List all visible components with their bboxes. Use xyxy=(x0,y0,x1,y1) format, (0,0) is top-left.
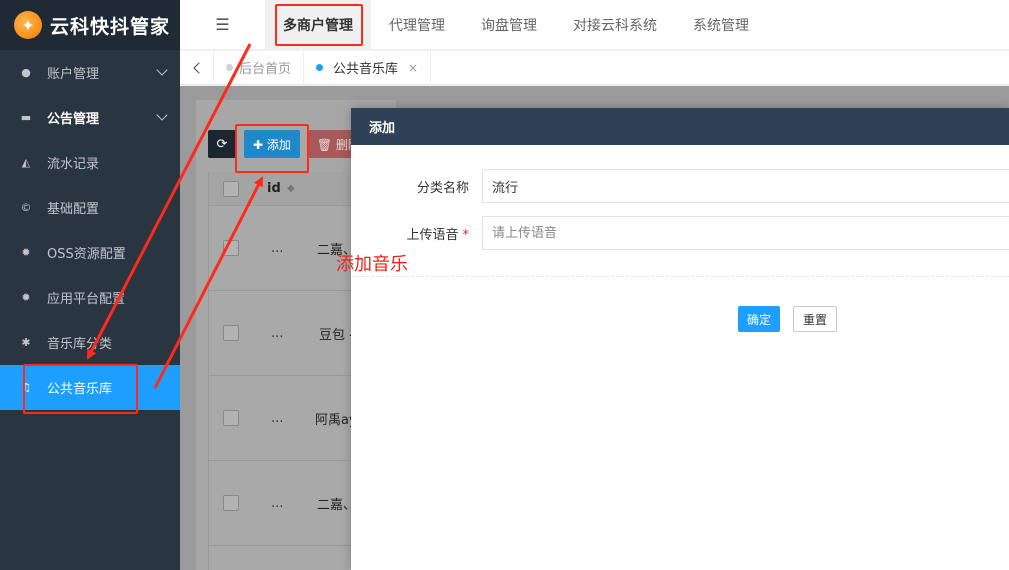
close-icon[interactable]: × xyxy=(408,61,418,75)
brand-logo[interactable]: ✦ 云科快抖管家 xyxy=(0,0,180,50)
row-id: ... xyxy=(271,495,284,511)
column-header-id[interactable]: id xyxy=(267,181,281,196)
row-checkbox[interactable] xyxy=(223,240,239,256)
sidebar-item-label: 基础配置 xyxy=(47,202,100,217)
reset-button[interactable]: 重置 xyxy=(793,306,837,332)
logo-icon: ✦ xyxy=(14,11,42,39)
top-bar: ☰ 多商户管理 代理管理 询盘管理 对接云科系统 系统管理 xyxy=(180,0,1009,50)
area-chart-icon: ◭ xyxy=(21,156,31,169)
category-input[interactable] xyxy=(482,169,1009,203)
top-nav: 多商户管理 代理管理 询盘管理 对接云科系统 系统管理 xyxy=(265,0,767,50)
nav-yunke-system[interactable]: 对接云科系统 xyxy=(555,0,675,50)
sidebar-item-music-category[interactable]: ✱ 音乐库分类 xyxy=(0,320,180,365)
tab-bar: 后台首页 公共音乐库 × xyxy=(180,50,1009,85)
sidebar-item-platform-config[interactable]: ✹ 应用平台配置 xyxy=(0,275,180,320)
sidebar-item-label: 流水记录 xyxy=(47,157,100,172)
music-icon: ♫ xyxy=(21,381,31,394)
chevron-left-icon xyxy=(192,61,205,74)
sidebar-item-label: 公共音乐库 xyxy=(47,382,113,397)
copyright-icon: © xyxy=(20,201,32,214)
add-dialog: 添加 分类名称 上传语音* 确定 重置 xyxy=(351,108,1009,570)
category-label: 分类名称 xyxy=(416,180,469,196)
upload-voice-input[interactable] xyxy=(482,216,1009,250)
gear-icon: ✹ xyxy=(21,246,31,259)
sort-icon[interactable]: ◆ xyxy=(287,183,295,194)
table-toolbar: ⟳ ✚ 添加 🗑 删除 xyxy=(208,130,369,158)
upload-label: 上传语音 * xyxy=(351,224,469,243)
sidebar-item-announcements[interactable]: ▬ 公告管理 xyxy=(0,95,180,140)
card-icon: ▬ xyxy=(20,111,32,124)
tab-public-music[interactable]: 公共音乐库 × xyxy=(304,50,432,85)
row-checkbox[interactable] xyxy=(223,325,239,341)
sidebar-item-transactions[interactable]: ◭ 流水记录 xyxy=(0,140,180,185)
sidebar-item-accounts[interactable]: ● 账户管理 xyxy=(0,50,180,95)
add-button[interactable]: ✚ 添加 xyxy=(244,130,300,158)
chevron-down-icon xyxy=(156,64,168,76)
sidebar-item-label: 应用平台配置 xyxy=(47,292,126,307)
tab-label: 公共音乐库 xyxy=(333,62,399,77)
select-all-checkbox[interactable] xyxy=(223,180,239,197)
nav-system[interactable]: 系统管理 xyxy=(675,0,767,50)
asterisk-icon: ✱ xyxy=(21,336,31,349)
sidebar-item-label: 公告管理 xyxy=(47,112,100,127)
dialog-title: 添加 xyxy=(351,108,1009,145)
sidebar-item-label: OSS资源配置 xyxy=(47,247,126,262)
row-id: ... xyxy=(271,410,284,426)
required-mark: * xyxy=(462,227,470,243)
chevron-down-icon xyxy=(156,109,168,121)
annotation-text: 添加音乐 xyxy=(336,254,408,275)
sidebar-item-oss-config[interactable]: ✹ OSS资源配置 xyxy=(0,230,180,275)
tab-back-button[interactable] xyxy=(180,50,214,85)
gear-icon: ✹ xyxy=(21,291,31,304)
sidebar-item-label: 音乐库分类 xyxy=(47,337,113,352)
refresh-button[interactable]: ⟳ xyxy=(208,130,236,158)
tab-dot-icon xyxy=(316,64,324,71)
form-divider xyxy=(351,276,1009,277)
sidebar: ✦ 云科快抖管家 ● 账户管理 ▬ 公告管理 ◭ 流水记录 © 基础配置 ✹ O… xyxy=(0,0,180,570)
nav-agent[interactable]: 代理管理 xyxy=(371,0,463,50)
row-checkbox[interactable] xyxy=(223,410,239,426)
menu-toggle-icon[interactable]: ☰ xyxy=(180,0,265,50)
tab-dot-icon xyxy=(226,64,233,71)
nav-multi-merchant[interactable]: 多商户管理 xyxy=(265,0,371,50)
nav-inquiry[interactable]: 询盘管理 xyxy=(463,0,555,50)
sidebar-item-basic-config[interactable]: © 基础配置 xyxy=(0,185,180,230)
row-checkbox[interactable] xyxy=(223,495,239,511)
upload-label-text: 上传语音 xyxy=(406,227,459,243)
tab-label: 后台首页 xyxy=(239,62,292,77)
confirm-button[interactable]: 确定 xyxy=(738,306,780,332)
row-id: ... xyxy=(271,240,284,256)
sidebar-menu: ● 账户管理 ▬ 公告管理 ◭ 流水记录 © 基础配置 ✹ OSS资源配置 ✹ … xyxy=(0,50,180,410)
sidebar-item-public-music[interactable]: ♫ 公共音乐库 xyxy=(0,365,180,410)
user-icon: ● xyxy=(21,66,31,79)
row-name: 豆包 - xyxy=(319,327,354,343)
row-id: ... xyxy=(271,325,284,341)
tab-home[interactable]: 后台首页 xyxy=(214,50,305,85)
brand-name: 云科快抖管家 xyxy=(50,15,171,38)
sidebar-item-label: 账户管理 xyxy=(47,67,100,82)
